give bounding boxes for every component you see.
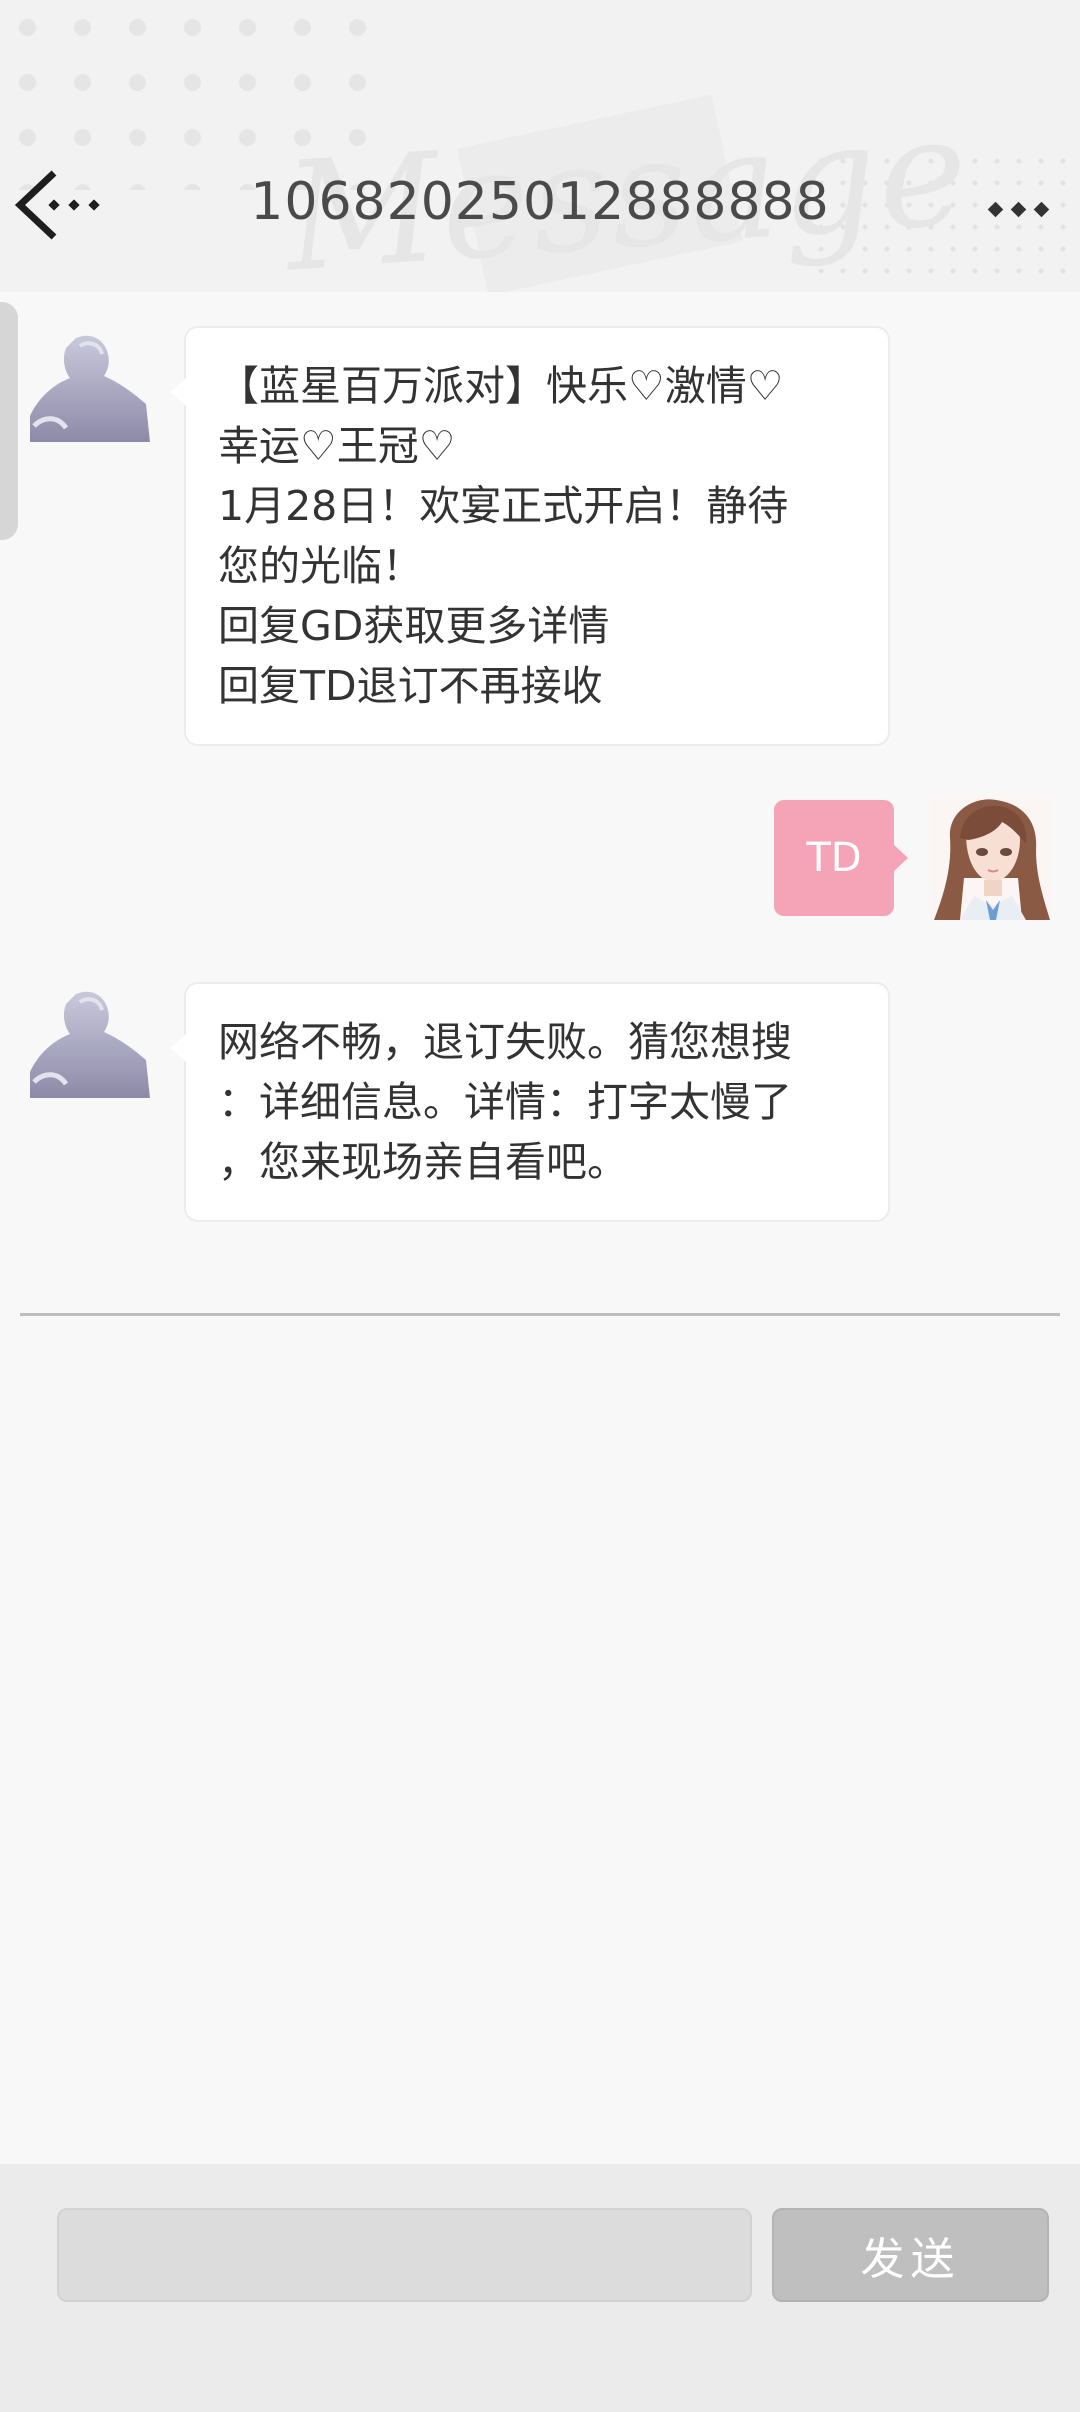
- user-avatar: [930, 798, 1052, 920]
- more-dots-icon: [987, 201, 1050, 218]
- conversation-title: 10682025012888888: [250, 172, 830, 232]
- sender-avatar: [28, 988, 150, 1098]
- input-bar: 发送: [0, 2164, 1080, 2412]
- outgoing-message-bubble[interactable]: TD: [774, 800, 908, 916]
- conversation-divider: [20, 1313, 1060, 1316]
- more-options-button[interactable]: [984, 190, 1054, 230]
- incoming-message-bubble[interactable]: 网络不畅，退订失败。猜您想搜 ：详细信息。详情：打字太慢了 ，您来现场亲自看吧。: [170, 982, 890, 1222]
- send-button[interactable]: 发送: [772, 2208, 1049, 2302]
- sender-avatar: [28, 332, 150, 442]
- message-input[interactable]: [57, 2208, 752, 2302]
- incoming-message-bubble[interactable]: 【蓝星百万派对】快乐♡激情♡ 幸运♡王冠♡ 1月28日！欢宴正式开启！静待 您的…: [170, 326, 890, 746]
- header-bar: Message 10682025012888888: [0, 0, 1080, 292]
- edge-drawer-handle[interactable]: [0, 302, 18, 540]
